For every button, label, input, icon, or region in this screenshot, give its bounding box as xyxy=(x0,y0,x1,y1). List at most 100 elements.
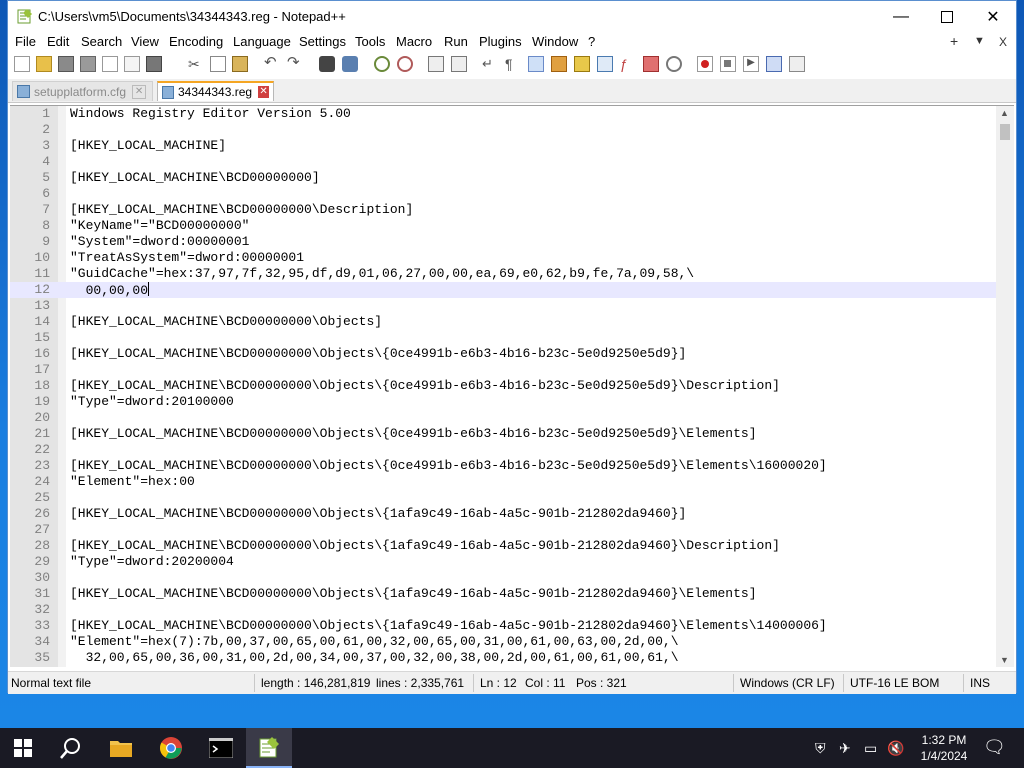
editor-line[interactable]: 29 "Type"=dword:20200004 xyxy=(10,554,996,570)
print-icon[interactable] xyxy=(146,56,162,72)
editor-line[interactable]: 33 [HKEY_LOCAL_MACHINE\BCD00000000\Object… xyxy=(10,618,996,634)
editor-line[interactable]: 32 xyxy=(10,602,996,618)
monitoring-icon[interactable] xyxy=(666,56,682,72)
stop-macro-icon[interactable] xyxy=(720,56,736,72)
editor-line[interactable]: 7 [HKEY_LOCAL_MACHINE\BCD00000000\Descrip… xyxy=(10,202,996,218)
start-button[interactable] xyxy=(0,728,46,768)
editor-line[interactable]: 11 "GuidCache"=hex:37,97,7f,32,95,df,d9,0… xyxy=(10,266,996,282)
save-icon[interactable] xyxy=(58,56,74,72)
cut-icon[interactable]: ✂ xyxy=(188,56,204,72)
menu-tools[interactable]: Tools xyxy=(355,34,385,49)
menu-help[interactable]: ? xyxy=(588,34,595,49)
minimize-button[interactable]: — xyxy=(878,1,924,32)
doc-map-icon[interactable] xyxy=(551,56,567,72)
sync-horizontal-icon[interactable] xyxy=(451,56,467,72)
tab-close-icon[interactable]: ✕ xyxy=(258,86,269,98)
redo-icon[interactable]: ↷ xyxy=(287,55,303,72)
menu-view[interactable]: View xyxy=(131,34,159,49)
editor-line[interactable]: 1 Windows Registry Editor Version 5.00 xyxy=(10,106,996,122)
close-all-icon[interactable] xyxy=(124,56,140,72)
status-insert-mode[interactable]: INS xyxy=(970,676,990,690)
save-macro-icon[interactable] xyxy=(789,56,805,72)
play-macro-icon[interactable]: ▶ xyxy=(743,56,759,72)
menu-window[interactable]: Window xyxy=(532,34,578,49)
editor-line[interactable]: 26 [HKEY_LOCAL_MACHINE\BCD00000000\Object… xyxy=(10,506,996,522)
editor-line[interactable]: 13 xyxy=(10,298,996,314)
new-file-icon[interactable] xyxy=(14,56,30,72)
editor-line[interactable]: 30 xyxy=(10,570,996,586)
editor-line[interactable]: 4 xyxy=(10,154,996,170)
editor-line[interactable]: 18 [HKEY_LOCAL_MACHINE\BCD00000000\Object… xyxy=(10,378,996,394)
scroll-thumb[interactable] xyxy=(1000,124,1010,140)
menu-plugins[interactable]: Plugins xyxy=(479,34,522,49)
paste-icon[interactable] xyxy=(232,56,248,72)
editor-line[interactable]: 10 "TreatAsSystem"=dword:00000001 xyxy=(10,250,996,266)
vertical-scrollbar[interactable]: ▲ ▼ xyxy=(996,106,1014,667)
menu-run[interactable]: Run xyxy=(444,34,468,49)
scroll-down-icon[interactable]: ▼ xyxy=(1000,655,1009,665)
editor-line[interactable]: 23 [HKEY_LOCAL_MACHINE\BCD00000000\Object… xyxy=(10,458,996,474)
editor-line[interactable]: 31 [HKEY_LOCAL_MACHINE\BCD00000000\Object… xyxy=(10,586,996,602)
show-all-chars-icon[interactable]: ¶ xyxy=(505,56,521,72)
editor-line[interactable]: 28 [HKEY_LOCAL_MACHINE\BCD00000000\Object… xyxy=(10,538,996,554)
editor-area[interactable]: 1 Windows Registry Editor Version 5.00 2 3 [… xyxy=(10,105,1014,667)
replace-icon[interactable] xyxy=(342,56,358,72)
volume-muted-icon[interactable]: 🔇 xyxy=(887,740,904,757)
editor-line[interactable]: 5 [HKEY_LOCAL_MACHINE\BCD00000000] xyxy=(10,170,996,186)
editor-line[interactable]: 17 xyxy=(10,362,996,378)
tab-close-icon[interactable]: ✕ xyxy=(132,84,147,99)
sync-vertical-icon[interactable] xyxy=(428,56,444,72)
close-button[interactable]: ✕ xyxy=(970,1,1016,32)
folder-workspace-icon[interactable] xyxy=(597,56,613,72)
tab-34344343-reg[interactable]: 34344343.reg ✕ xyxy=(157,81,274,101)
editor-line[interactable]: 12 00,00,00 xyxy=(10,282,996,298)
scroll-up-icon[interactable]: ▲ xyxy=(1000,108,1009,118)
run-macro-multiple-icon[interactable] xyxy=(766,56,782,72)
taskbar-file-explorer[interactable] xyxy=(98,728,144,768)
status-encoding[interactable]: UTF-16 LE BOM xyxy=(850,676,939,690)
zoom-out-icon[interactable] xyxy=(397,56,413,72)
save-all-icon[interactable] xyxy=(80,56,96,72)
editor-line[interactable]: 27 xyxy=(10,522,996,538)
open-file-icon[interactable] xyxy=(36,56,52,72)
menu-macro[interactable]: Macro xyxy=(396,34,432,49)
editor-line[interactable]: 22 xyxy=(10,442,996,458)
folder-as-workspace-icon[interactable] xyxy=(643,56,659,72)
menu-settings[interactable]: Settings xyxy=(299,34,346,49)
close-file-icon[interactable] xyxy=(102,56,118,72)
indent-guide-icon[interactable] xyxy=(528,56,544,72)
new-tab-plus-button[interactable]: + xyxy=(950,33,958,49)
editor-line[interactable]: 21 [HKEY_LOCAL_MACHINE\BCD00000000\Object… xyxy=(10,426,996,442)
search-button[interactable] xyxy=(48,728,94,768)
editor-line[interactable]: 6 xyxy=(10,186,996,202)
editor-line[interactable]: 8 "KeyName"="BCD00000000" xyxy=(10,218,996,234)
editor-line[interactable]: 15 xyxy=(10,330,996,346)
taskbar-clock[interactable]: 1:32 PM 1/4/2024 xyxy=(906,732,982,764)
editor-line[interactable]: 3 [HKEY_LOCAL_MACHINE] xyxy=(10,138,996,154)
menu-encoding[interactable]: Encoding xyxy=(169,34,223,49)
close-document-button[interactable]: X xyxy=(999,35,1007,49)
security-shield-icon[interactable]: ⛨ xyxy=(815,740,826,757)
editor-line[interactable]: 14 [HKEY_LOCAL_MACHINE\BCD00000000\Object… xyxy=(10,314,996,330)
find-icon[interactable] xyxy=(319,56,335,72)
function-icon[interactable]: ƒ xyxy=(620,56,636,72)
editor-line[interactable]: 34 "Element"=hex(7):7b,00,37,00,65,00,61,… xyxy=(10,634,996,650)
menu-edit[interactable]: Edit xyxy=(47,34,69,49)
editor-line[interactable]: 16 [HKEY_LOCAL_MACHINE\BCD00000000\Object… xyxy=(10,346,996,362)
editor-line[interactable]: 9 "System"=dword:00000001 xyxy=(10,234,996,250)
editor-line[interactable]: 20 xyxy=(10,410,996,426)
menu-file[interactable]: File xyxy=(15,34,36,49)
tab-list-dropdown-button[interactable]: ▼ xyxy=(974,35,985,47)
display-icon[interactable]: ▭ xyxy=(864,740,877,757)
editor-line[interactable]: 2 xyxy=(10,122,996,138)
menu-language[interactable]: Language xyxy=(233,34,291,49)
zoom-in-icon[interactable] xyxy=(374,56,390,72)
taskbar-command-prompt[interactable] xyxy=(198,728,244,768)
editor-line[interactable]: 35 32,00,65,00,36,00,31,00,2d,00,34,00,3… xyxy=(10,650,996,666)
maximize-button[interactable] xyxy=(924,1,970,32)
taskbar-chrome[interactable] xyxy=(148,728,194,768)
undo-icon[interactable]: ↶ xyxy=(264,55,280,72)
status-eol[interactable]: Windows (CR LF) xyxy=(740,676,835,690)
copy-icon[interactable] xyxy=(210,56,226,72)
function-list-icon[interactable] xyxy=(574,56,590,72)
